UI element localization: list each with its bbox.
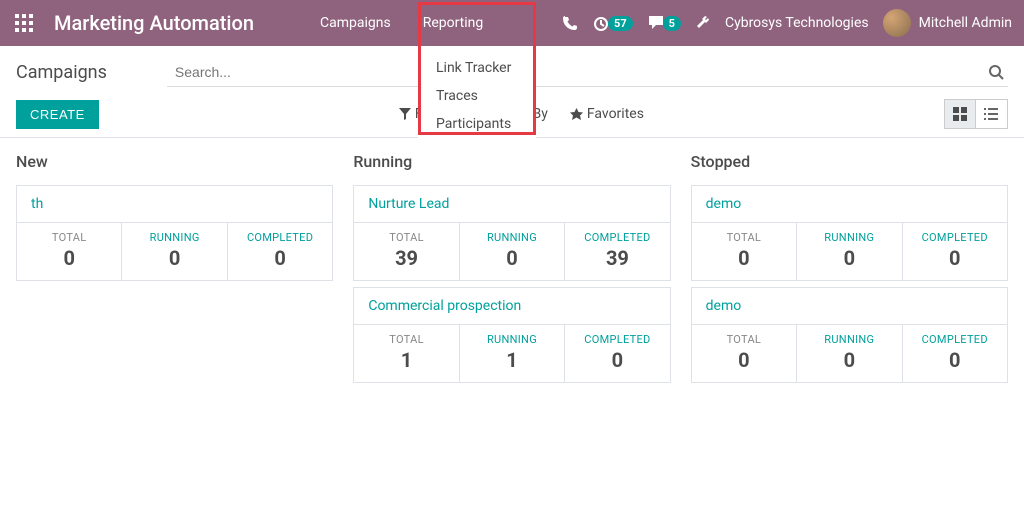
nav-menu: Campaigns Reporting — [304, 1, 499, 45]
stat-value: 1 — [358, 348, 454, 372]
dropdown-participants[interactable]: Participants — [418, 110, 536, 138]
chat-badge: 5 — [663, 16, 681, 31]
search-box — [167, 58, 1008, 87]
menu-reporting[interactable]: Reporting — [407, 1, 500, 45]
column-title: Running — [353, 152, 670, 171]
apps-icon[interactable] — [12, 11, 36, 35]
stat-value: 39 — [569, 246, 665, 270]
stat-label: COMPLETED — [232, 231, 328, 244]
card-title[interactable]: Nurture Lead — [354, 186, 669, 222]
stat-value: 0 — [696, 348, 792, 372]
card-title[interactable]: demo — [692, 288, 1007, 324]
kanban-column-stopped: Stopped demo TOTAL0 RUNNING0 COMPLETED0 … — [691, 152, 1008, 389]
nav-right: 57 5 Cybrosys Technologies Mitchell Admi… — [562, 9, 1012, 37]
stat-label: COMPLETED — [907, 333, 1003, 346]
column-title: New — [16, 152, 333, 171]
navbar: Marketing Automation Campaigns Reporting… — [0, 0, 1024, 46]
kanban-view-button[interactable] — [944, 99, 976, 129]
kanban-column-new: New th TOTAL 0 RUNNING 0 COMPLETED 0 — [16, 152, 333, 389]
stat-value: 0 — [696, 246, 792, 270]
timer-badge: 57 — [608, 16, 633, 31]
stat-label: RUNNING — [464, 231, 560, 244]
stat-label: RUNNING — [801, 333, 897, 346]
stat-value: 1 — [464, 348, 560, 372]
column-title: Stopped — [691, 152, 1008, 171]
stat-label: COMPLETED — [569, 231, 665, 244]
kanban-card[interactable]: th TOTAL 0 RUNNING 0 COMPLETED 0 — [16, 185, 333, 281]
card-title[interactable]: th — [17, 186, 332, 222]
card-title[interactable]: Commercial prospection — [354, 288, 669, 324]
user-menu[interactable]: Mitchell Admin — [883, 9, 1012, 37]
stat-value: 0 — [569, 348, 665, 372]
stat-label: COMPLETED — [569, 333, 665, 346]
stat-label: TOTAL — [696, 231, 792, 244]
stat-value: 0 — [464, 246, 560, 270]
favorites-dropdown[interactable]: Favorites — [570, 106, 644, 122]
app-title: Marketing Automation — [54, 11, 254, 35]
kanban-card[interactable]: Commercial prospection TOTAL 1 RUNNING 1 C… — [353, 287, 670, 383]
menu-campaigns[interactable]: Campaigns — [304, 1, 407, 45]
stat-label: TOTAL — [358, 231, 454, 244]
list-view-button[interactable] — [976, 99, 1008, 129]
stat-label: TOTAL — [696, 333, 792, 346]
create-button[interactable]: CREATE — [16, 100, 99, 129]
company-selector[interactable]: Cybrosys Technologies — [725, 15, 869, 31]
stat-value: 0 — [21, 246, 117, 270]
search-icon[interactable] — [988, 64, 1004, 80]
favorites-label: Favorites — [587, 106, 644, 122]
kanban-view: New th TOTAL 0 RUNNING 0 COMPLETED 0 Runnin… — [0, 137, 1024, 403]
stat-value: 0 — [801, 348, 897, 372]
card-title[interactable]: demo — [692, 186, 1007, 222]
dropdown-link-tracker[interactable]: Link Tracker — [418, 54, 536, 82]
stat-label: TOTAL — [358, 333, 454, 346]
card-stats: TOTAL 1 RUNNING 1 COMPLETED 0 — [354, 324, 669, 382]
search-input[interactable] — [167, 58, 1008, 87]
chat-icon[interactable]: 5 — [647, 14, 681, 32]
phone-icon[interactable] — [562, 15, 578, 31]
stat-value: 0 — [232, 246, 328, 270]
stat-label: RUNNING — [464, 333, 560, 346]
stat-value: 0 — [907, 246, 1003, 270]
stat-value: 0 — [801, 246, 897, 270]
stat-label: TOTAL — [21, 231, 117, 244]
reporting-dropdown: Link Tracker Traces Participants — [418, 46, 536, 146]
kanban-card[interactable]: demo TOTAL 0 RUNNING 0 COMPLETED 0 — [691, 287, 1008, 383]
kanban-column-running: Running Nurture Lead TOTAL 39 RUNNING 0 CO… — [353, 152, 670, 389]
card-stats: TOTAL 0 RUNNING 0 COMPLETED 0 — [692, 222, 1007, 280]
stat-label: COMPLETED — [907, 231, 1003, 244]
kanban-card[interactable]: Nurture Lead TOTAL 39 RUNNING 0 COMPLETED 3… — [353, 185, 670, 281]
card-stats: TOTAL 39 RUNNING 0 COMPLETED 39 — [354, 222, 669, 280]
tools-icon[interactable] — [695, 15, 711, 31]
kanban-card[interactable]: demo TOTAL 0 RUNNING 0 COMPLETED 0 — [691, 185, 1008, 281]
stat-value: 0 — [126, 246, 222, 270]
stat-label: RUNNING — [801, 231, 897, 244]
card-stats: TOTAL 0 RUNNING 0 COMPLETED 0 — [17, 222, 332, 280]
stat-value: 39 — [358, 246, 454, 270]
avatar — [883, 9, 911, 37]
stat-label: RUNNING — [126, 231, 222, 244]
dropdown-traces[interactable]: Traces — [418, 82, 536, 110]
stat-value: 0 — [907, 348, 1003, 372]
breadcrumb: Campaigns — [16, 62, 107, 83]
timer-icon[interactable]: 57 — [592, 14, 633, 32]
user-name: Mitchell Admin — [919, 15, 1012, 31]
card-stats: TOTAL 0 RUNNING 0 COMPLETED 0 — [692, 324, 1007, 382]
